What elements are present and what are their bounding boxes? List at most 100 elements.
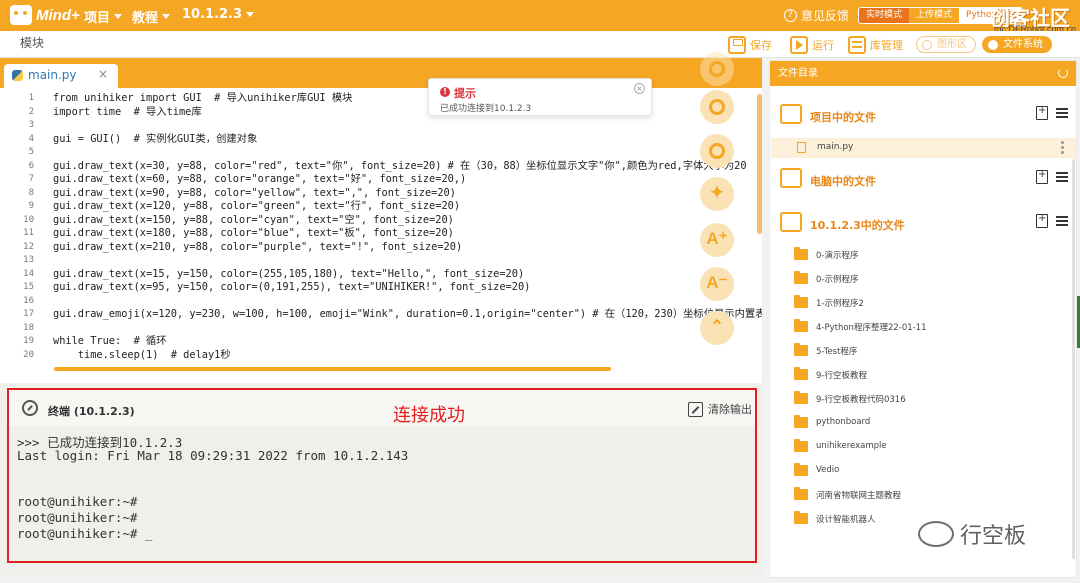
menu-device[interactable]: 10.1.2.3 xyxy=(182,7,255,22)
redo-icon xyxy=(709,61,725,77)
save-label: 保存 xyxy=(750,39,772,52)
tab-blocks[interactable]: 模块 xyxy=(10,33,54,55)
list-icon xyxy=(780,104,802,124)
mind-plus-window: Mind+ 项目 教程 10.1.2.3 ? 意见反馈 实时模式 上传模式 Py… xyxy=(0,0,1080,583)
folder-item[interactable]: 4-Python程序整理22-01-11 xyxy=(794,319,1064,335)
folder-item[interactable]: 9-行空板教程代码0316 xyxy=(794,391,1064,407)
folder-item[interactable]: pythonboard xyxy=(794,415,1064,431)
menu-icon[interactable] xyxy=(1056,172,1068,182)
feedback-link[interactable]: ? 意见反馈 xyxy=(784,7,849,24)
grid-icon xyxy=(780,212,802,232)
folder-item[interactable]: 0-示例程序 xyxy=(794,271,1064,287)
close-icon[interactable]: × xyxy=(98,67,108,81)
folder-icon xyxy=(794,487,808,500)
line-number: 4 xyxy=(28,133,34,144)
folder-item[interactable]: 5-Test程序 xyxy=(794,343,1064,359)
clear-output-button[interactable]: 清除输出 xyxy=(688,401,752,417)
folder-name: 9-行空板教程 xyxy=(816,371,867,381)
folder-icon xyxy=(794,415,808,428)
line-number: 9 xyxy=(28,201,34,211)
mode-upload-button[interactable]: 上传模式 xyxy=(909,8,959,23)
line-text: gui.draw_text(x=30, y=88, color="red", t… xyxy=(53,159,747,172)
line-text: gui.draw_text(x=150, y=88, color="cyan",… xyxy=(53,213,454,226)
line-number: 20 xyxy=(23,349,34,360)
sparkle-button[interactable]: ✦ xyxy=(700,177,734,211)
watermark-text: 行空板 xyxy=(960,524,1027,549)
refresh-icon xyxy=(709,99,725,115)
graphic-area-button[interactable]: 图形区 xyxy=(916,36,976,53)
terminal-panel: 终端 (10.1.2.3) 连接成功 清除输出 >>> 已成功连接到10.1.2… xyxy=(0,383,762,576)
menu-icon[interactable] xyxy=(1056,216,1068,226)
filesystem-button[interactable]: 文件系统 xyxy=(982,36,1052,53)
horizontal-scrollbar[interactable] xyxy=(54,367,611,371)
section-board-files[interactable]: 10.1.2.3中的文件 xyxy=(778,209,1068,237)
section-project-files[interactable]: 项目中的文件 xyxy=(778,101,1068,129)
terminal-output[interactable]: >>> 已成功连接到10.1.2.3 Last login: Fri Mar 1… xyxy=(6,426,757,561)
folder-name: 0-示例程序 xyxy=(816,275,859,285)
logo-text: Mind+ xyxy=(36,6,80,24)
folder-name: Vedio xyxy=(816,465,840,475)
folder-name: 设计智能机器人 xyxy=(816,515,876,525)
robot-logo-icon xyxy=(10,5,32,25)
graphic-icon xyxy=(922,40,932,50)
file-directory-panel: 文件目录 项目中的文件 main.py 电脑中的文件 xyxy=(769,60,1077,578)
folder-name: 4-Python程序整理22-01-11 xyxy=(816,323,927,333)
folder-item[interactable]: 0-演示程序 xyxy=(794,247,1064,263)
folder-name: unihikerexample xyxy=(816,441,887,451)
refresh-button[interactable] xyxy=(700,90,734,124)
monitor-icon xyxy=(780,168,802,188)
library-label: 库管理 xyxy=(870,39,903,52)
run-button[interactable]: 运行 xyxy=(790,35,834,55)
python-file-icon xyxy=(12,70,23,81)
folder-item[interactable]: unihikerexample xyxy=(794,439,1064,455)
toast-title: 提示 xyxy=(454,87,476,100)
toolbar: 模块 代码 保存 运行 库管理 图形区 文件系统 xyxy=(0,31,1080,402)
line-text: import time # 导入time库 xyxy=(53,105,202,118)
section-actions xyxy=(1036,169,1068,184)
save-button[interactable]: 保存 xyxy=(728,35,772,55)
file-panel-scrollbar[interactable] xyxy=(1072,159,1075,559)
code-area[interactable]: 1 from unihiker import GUI # 导入unihiker库G… xyxy=(0,88,762,371)
mode-live-button[interactable]: 实时模式 xyxy=(859,8,910,23)
chevron-down-icon xyxy=(114,14,123,19)
add-file-icon[interactable] xyxy=(1036,169,1048,184)
folder-icon xyxy=(794,511,808,524)
more-options-icon[interactable] xyxy=(1061,141,1064,144)
scroll-top-button[interactable]: ⌃ xyxy=(700,311,734,345)
font-increase-button[interactable]: A⁺ xyxy=(700,223,734,257)
line-number: 3 xyxy=(28,120,34,130)
chevron-down-icon xyxy=(246,12,255,17)
menu-project[interactable]: 项目 xyxy=(84,7,123,26)
search-button[interactable] xyxy=(700,134,734,168)
folder-item[interactable]: 河南省物联网主题教程 xyxy=(794,487,1064,503)
folder-item[interactable]: 1-示例程序2 xyxy=(794,295,1064,311)
line-number: 8 xyxy=(28,187,34,198)
refresh-icon[interactable] xyxy=(1058,68,1068,78)
add-file-icon[interactable] xyxy=(1036,105,1048,120)
font-decrease-button[interactable]: A⁻ xyxy=(700,267,734,301)
vertical-scrollbar[interactable] xyxy=(757,94,762,234)
top-bar: Mind+ 项目 教程 10.1.2.3 ? 意见反馈 实时模式 上传模式 Py… xyxy=(0,0,1080,34)
library-button[interactable]: 库管理 xyxy=(848,35,903,55)
redo-button[interactable] xyxy=(700,52,734,86)
list-item-main-py[interactable]: main.py xyxy=(771,138,1076,158)
clear-output-label: 清除输出 xyxy=(708,403,752,416)
wechat-icon xyxy=(918,521,954,547)
line-number: 6 xyxy=(28,160,34,171)
menu-icon[interactable] xyxy=(1056,108,1068,118)
file-name: main.py xyxy=(817,142,854,152)
notification-toast: ! 提示 已成功连接到10.1.2.3 × xyxy=(428,78,652,116)
folder-item[interactable]: Vedio xyxy=(794,463,1064,479)
tab-main-py-label: main.py xyxy=(28,68,77,82)
add-file-icon[interactable] xyxy=(1036,213,1048,228)
line-text: while True: # 循环 xyxy=(53,335,167,347)
menu-tutorial[interactable]: 教程 xyxy=(132,7,171,26)
section-computer-files[interactable]: 电脑中的文件 xyxy=(778,165,1068,193)
folder-item[interactable]: 9-行空板教程 xyxy=(794,367,1064,383)
line-number: 15 xyxy=(23,282,34,292)
close-icon[interactable]: × xyxy=(634,83,645,94)
line-text: gui.draw_text(x=60, y=88, color="orange"… xyxy=(53,173,467,185)
tab-main-py[interactable]: main.py × xyxy=(4,64,118,88)
line-text: gui.draw_text(x=210, y=88, color="purple… xyxy=(53,240,463,253)
line-number: 19 xyxy=(23,336,34,346)
